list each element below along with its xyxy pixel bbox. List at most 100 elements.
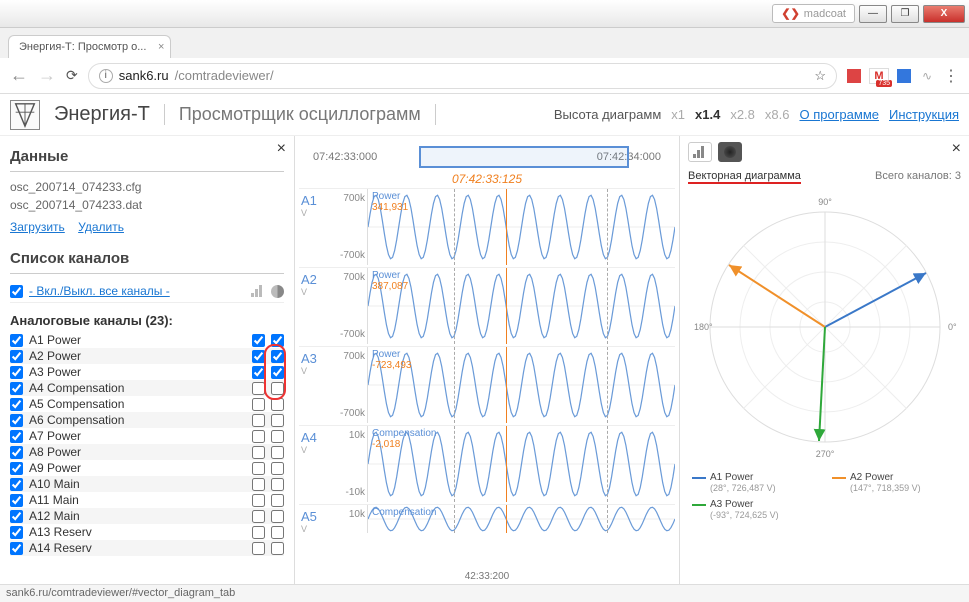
toggle-all-link[interactable]: - Вкл./Выкл. все каналы - <box>29 284 170 298</box>
channel-checkbox-bars[interactable] <box>252 334 265 347</box>
channel-checkbox-bars[interactable] <box>252 494 265 507</box>
channel-checkbox-bars[interactable] <box>252 542 265 555</box>
channel-checkbox-vector[interactable] <box>271 334 284 347</box>
center-panel: 07:42:33:000 07:42:34:000 07:42:33:125 A… <box>295 136 679 584</box>
site-info-icon[interactable]: i <box>99 69 113 83</box>
gmail-icon[interactable]: M 735 <box>869 68 889 84</box>
channel-checkbox-vector[interactable] <box>271 430 284 443</box>
timeline-overview[interactable]: 07:42:33:000 07:42:34:000 <box>299 142 675 172</box>
channel-name: A8 Power <box>29 445 246 459</box>
channel-checkbox-bars[interactable] <box>252 366 265 379</box>
channel-checkbox-vector[interactable] <box>271 366 284 379</box>
cursor-line[interactable] <box>506 189 507 265</box>
channel-checkbox-enable[interactable] <box>10 462 23 475</box>
channel-checkbox-bars[interactable] <box>252 430 265 443</box>
browser-menu-icon[interactable]: ⋮ <box>943 66 959 86</box>
maximize-button[interactable]: ❐ <box>891 5 919 23</box>
legend-item: A2 Power(147°, 718,359 V) <box>832 472 952 493</box>
ext-icon-blue[interactable] <box>897 69 911 83</box>
tab-close-icon[interactable]: × <box>158 41 164 53</box>
about-link[interactable]: О программе <box>799 107 879 122</box>
channel-checkbox-enable[interactable] <box>10 542 23 555</box>
channel-checkbox-enable[interactable] <box>10 446 23 459</box>
channel-name: A10 Main <box>29 477 246 491</box>
bookmark-star-icon[interactable]: ☆ <box>814 68 826 84</box>
scale-x1[interactable]: x1 <box>671 107 685 122</box>
channel-checkbox-vector[interactable] <box>271 350 284 363</box>
bars-toggle-icon[interactable] <box>251 285 265 297</box>
wave-plot[interactable]: Power-723,493 <box>367 347 675 423</box>
pie-toggle-icon[interactable] <box>271 285 284 298</box>
browser-tab[interactable]: Энергия-Т: Просмотр о... × <box>8 35 171 58</box>
delete-link[interactable]: Удалить <box>78 220 124 234</box>
channel-checkbox-bars[interactable] <box>252 382 265 395</box>
channel-checkbox-bars[interactable] <box>252 510 265 523</box>
channel-checkbox-vector[interactable] <box>271 510 284 523</box>
scale-x14[interactable]: x1.4 <box>695 107 720 122</box>
wave-plot[interactable]: Power387,087 <box>367 268 675 344</box>
manual-link[interactable]: Инструкция <box>889 107 959 122</box>
channel-checkbox-vector[interactable] <box>271 494 284 507</box>
url-input[interactable]: i sank6.ru/comtradeviewer/ ☆ <box>88 63 837 89</box>
grid-dash <box>607 189 608 265</box>
scale-x86[interactable]: x8.6 <box>765 107 790 122</box>
channel-checkbox-enable[interactable] <box>10 382 23 395</box>
ext-icon-wave[interactable]: ∿ <box>919 68 935 84</box>
wave-plot[interactable]: Compensation-2,018 <box>367 426 675 502</box>
channel-checkbox-enable[interactable] <box>10 366 23 379</box>
channel-checkbox-vector[interactable] <box>271 382 284 395</box>
timeline-selection[interactable] <box>419 146 629 168</box>
user-badge[interactable]: ❮❯ madcoat <box>772 4 855 23</box>
channel-checkbox-vector[interactable] <box>271 526 284 539</box>
channel-checkbox-bars[interactable] <box>252 446 265 459</box>
reload-button[interactable]: ⟳ <box>66 67 78 84</box>
cursor-line[interactable] <box>506 426 507 502</box>
channel-checkbox-bars[interactable] <box>252 398 265 411</box>
channel-checkbox-enable[interactable] <box>10 478 23 491</box>
channel-row: A14 Reserv <box>10 540 284 556</box>
channel-checkbox-vector[interactable] <box>271 398 284 411</box>
minimize-button[interactable]: — <box>859 5 887 23</box>
channel-checkbox-vector[interactable] <box>271 446 284 459</box>
right-panel: × Векторная диаграмма Всего каналов: 3 <box>679 136 969 584</box>
channel-checkbox-bars[interactable] <box>252 350 265 363</box>
right-panel-close-icon[interactable]: × <box>952 140 961 158</box>
wave-plot[interactable]: Compensation <box>367 505 675 533</box>
channel-checkbox-enable[interactable] <box>10 510 23 523</box>
ext-icon-red[interactable] <box>847 69 861 83</box>
waveform-row: A3V700k-700kPower-723,493 <box>299 346 675 423</box>
channel-checkbox-enable[interactable] <box>10 350 23 363</box>
left-panel-close-icon[interactable]: × <box>277 140 286 158</box>
nav-back-button[interactable]: ← <box>10 65 28 86</box>
cursor-line[interactable] <box>506 268 507 344</box>
channel-checkbox-enable[interactable] <box>10 334 23 347</box>
svg-text:0°: 0° <box>948 322 957 332</box>
channel-name: A3 Power <box>29 365 246 379</box>
toggle-all-checkbox[interactable] <box>10 285 23 298</box>
cursor-line[interactable] <box>506 347 507 423</box>
tab-bars[interactable] <box>688 142 712 162</box>
channel-checkbox-vector[interactable] <box>271 462 284 475</box>
svg-text:270°: 270° <box>815 449 834 459</box>
scale-x28[interactable]: x2.8 <box>730 107 755 122</box>
channel-checkbox-enable[interactable] <box>10 430 23 443</box>
load-link[interactable]: Загрузить <box>10 220 65 234</box>
channel-checkbox-enable[interactable] <box>10 526 23 539</box>
channel-checkbox-vector[interactable] <box>271 414 284 427</box>
channel-checkbox-bars[interactable] <box>252 414 265 427</box>
channel-checkbox-bars[interactable] <box>252 478 265 491</box>
channel-checkbox-enable[interactable] <box>10 398 23 411</box>
wave-y-axis: 10k <box>329 505 367 533</box>
cursor-line[interactable] <box>506 505 507 533</box>
tab-vector[interactable] <box>718 142 742 162</box>
channel-checkbox-enable[interactable] <box>10 414 23 427</box>
nav-forward-button[interactable]: → <box>38 65 56 86</box>
channel-checkbox-bars[interactable] <box>252 526 265 539</box>
window-close-button[interactable]: X <box>923 5 965 23</box>
channel-checkbox-vector[interactable] <box>271 542 284 555</box>
legend-swatch <box>692 504 706 506</box>
channel-checkbox-bars[interactable] <box>252 462 265 475</box>
wave-plot[interactable]: Power341,931 <box>367 189 675 265</box>
channel-checkbox-vector[interactable] <box>271 478 284 491</box>
channel-checkbox-enable[interactable] <box>10 494 23 507</box>
